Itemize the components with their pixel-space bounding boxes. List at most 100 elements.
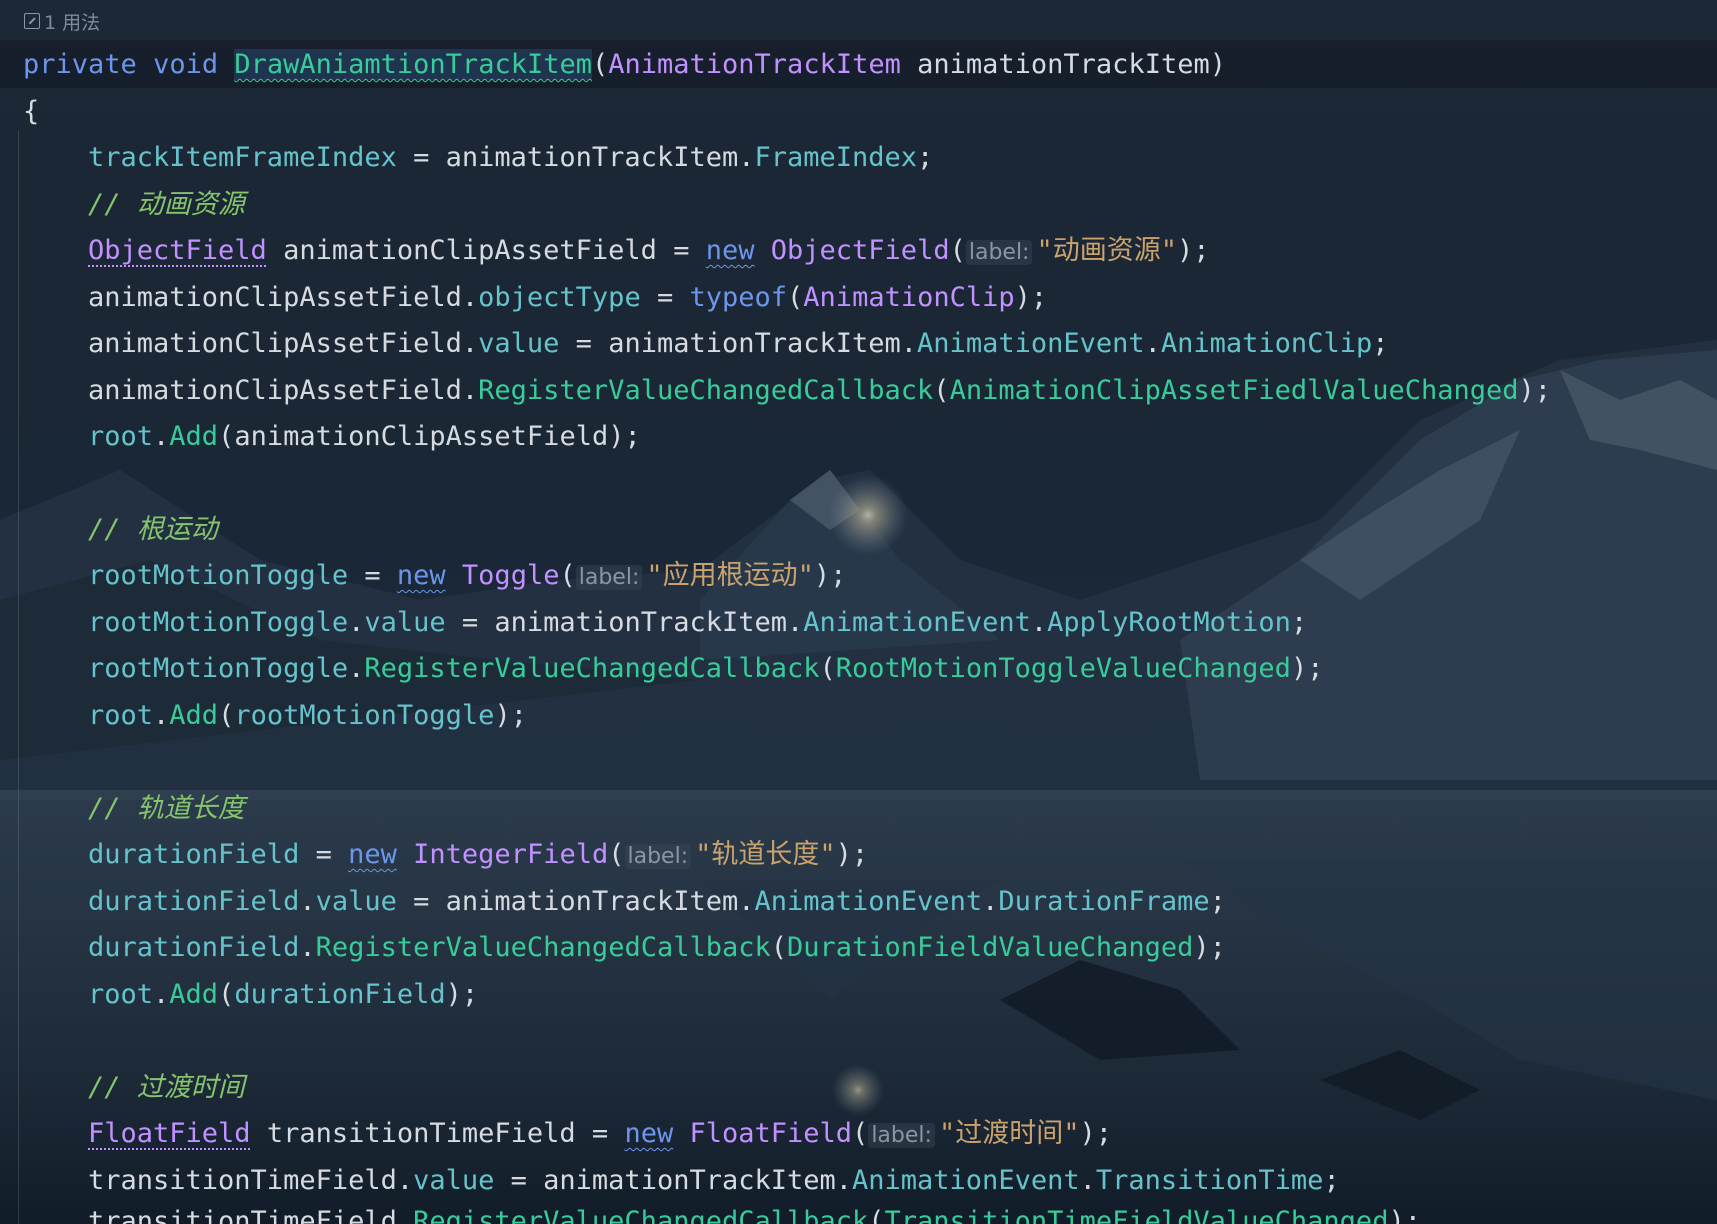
- inlay-hint: label:: [624, 844, 692, 869]
- code-text: =: [299, 839, 349, 870]
- param-name: animationTrackItem: [900, 49, 1210, 80]
- code-line-13[interactable]: durationField.RegisterValueChangedCallba…: [88, 928, 1226, 968]
- code-line-14[interactable]: root.Add(durationField);: [88, 975, 478, 1015]
- code-text: .: [299, 886, 316, 917]
- code-text: ;: [1209, 886, 1226, 917]
- code-comment-2[interactable]: // 根运动: [88, 510, 218, 550]
- code-line-signature[interactable]: private void DrawAniamtionTrackItem(Anim…: [23, 45, 1226, 85]
- inlay-hint: label:: [868, 1123, 935, 1148]
- code-text: .: [348, 607, 365, 638]
- paren-open: (: [591, 49, 609, 80]
- code-line-4[interactable]: animationClipAssetField.value = animatio…: [88, 324, 1388, 364]
- usages-text: 1 用法: [44, 11, 101, 34]
- identifier: durationField: [88, 932, 300, 963]
- code-text: );: [835, 839, 869, 870]
- code-line-5[interactable]: animationClipAssetField.RegisterValueCha…: [88, 371, 1551, 411]
- identifier: rootMotionToggle: [234, 700, 495, 731]
- type-name: ObjectField: [770, 235, 950, 266]
- code-text: );: [813, 560, 847, 591]
- code-text: (: [608, 839, 625, 870]
- code-comment-3[interactable]: // 轨道长度: [88, 789, 245, 829]
- code-comment-4[interactable]: // 过渡时间: [88, 1068, 245, 1108]
- method-ref: TransitionTimeFieldValueChanged: [884, 1206, 1389, 1224]
- code-text: );: [445, 979, 479, 1010]
- string-literal: "应用根运动": [646, 560, 814, 591]
- code-text: ;: [1372, 328, 1389, 359]
- identifier: TransitionTime: [1095, 1165, 1324, 1196]
- usages-hint[interactable]: 1 用法: [24, 8, 100, 34]
- external-link-icon: [24, 13, 40, 29]
- code-line-1[interactable]: trackItemFrameIndex = animationTrackItem…: [88, 138, 933, 178]
- code-text: = animationTrackItem.: [559, 328, 918, 359]
- identifier: durationField: [88, 886, 300, 917]
- param-type[interactable]: AnimationTrackItem: [608, 49, 901, 80]
- inlay-hint: label:: [965, 240, 1033, 265]
- identifier: rootMotionToggle: [88, 653, 349, 684]
- code-line-6[interactable]: root.Add(animationClipAssetField);: [88, 417, 641, 457]
- code-line-16[interactable]: transitionTimeField.value = animationTra…: [88, 1161, 1340, 1201]
- code-line-8[interactable]: rootMotionToggle.value = animationTrackI…: [88, 603, 1307, 643]
- identifier: value: [413, 1165, 495, 1196]
- type-name: Toggle: [461, 560, 560, 591]
- identifier: AnimationClip: [1160, 328, 1373, 359]
- string-literal: "轨道长度": [695, 839, 836, 870]
- code-line-11[interactable]: durationField = new IntegerField(label: "…: [88, 835, 868, 875]
- code-line-15[interactable]: FloatField transitionTimeField = new Flo…: [88, 1114, 1112, 1154]
- code-comment-1[interactable]: // 动画资源: [88, 185, 245, 225]
- code-line-9[interactable]: rootMotionToggle.RegisterValueChangedCal…: [88, 649, 1323, 689]
- type-name: AnimationClip: [803, 282, 1015, 313]
- keyword-new: new: [705, 235, 755, 266]
- code-editor[interactable]: 1 用法 private void DrawAniamtionTrackItem…: [0, 0, 1717, 1224]
- identifier: AnimationEvent: [917, 328, 1145, 359]
- method-ref: AnimationClipAssetFiedlValueChanged: [949, 375, 1519, 406]
- code-line-3[interactable]: animationClipAssetField.objectType = typ…: [88, 278, 1047, 318]
- identifier: root: [88, 979, 154, 1010]
- code-text: animationClipAssetField =: [266, 235, 706, 266]
- code-text: = animationTrackItem.: [494, 1165, 853, 1196]
- code-text: =: [640, 282, 690, 313]
- code-text: );: [1518, 375, 1552, 406]
- method-name[interactable]: DrawAniamtionTrackItem: [234, 49, 592, 80]
- method-call: RegisterValueChangedCallback: [478, 375, 934, 406]
- code-text: .: [1030, 607, 1048, 638]
- identifier: ApplyRootMotion: [1047, 607, 1291, 638]
- code-text: =: [348, 560, 397, 591]
- identifier: trackItemFrameIndex: [88, 142, 397, 173]
- type-name: FloatField: [88, 1118, 251, 1149]
- code-text: animationClipAssetField.: [88, 328, 479, 359]
- code-text: .: [299, 932, 316, 963]
- code-line-12[interactable]: durationField.value = animationTrackItem…: [88, 882, 1226, 922]
- identifier: value: [478, 328, 560, 359]
- string-literal: "动画资源": [1036, 235, 1177, 266]
- code-line-17[interactable]: transitionTimeField.RegisterValueChanged…: [88, 1202, 1421, 1224]
- code-text: (: [933, 375, 950, 406]
- code-line-2[interactable]: ObjectField animationClipAssetField = ne…: [88, 231, 1210, 271]
- keyword-new: new: [624, 1118, 674, 1149]
- code-line-brace-open[interactable]: {: [23, 92, 39, 132]
- code-text: );: [1079, 1118, 1112, 1149]
- code-text: .: [1144, 328, 1161, 359]
- code-text: .: [153, 421, 170, 452]
- identifier: rootMotionToggle: [88, 607, 349, 638]
- code-text: );: [1290, 653, 1324, 684]
- method-call: Add: [169, 979, 219, 1010]
- code-text: (: [949, 235, 966, 266]
- brace-open: {: [23, 96, 40, 127]
- identifier: value: [364, 607, 446, 638]
- code-line-7[interactable]: rootMotionToggle = new Toggle(label: "应用根…: [88, 556, 846, 596]
- identifier: root: [88, 421, 154, 452]
- code-text: transitionTimeField.: [88, 1165, 414, 1196]
- code-area[interactable]: 1 用法 private void DrawAniamtionTrackItem…: [0, 0, 1717, 1224]
- code-text: .: [982, 886, 999, 917]
- method-call: RegisterValueChangedCallback: [315, 932, 771, 963]
- code-text: transitionTimeField =: [250, 1118, 625, 1149]
- code-text: ;: [1323, 1165, 1340, 1196]
- keyword-private: private: [23, 49, 137, 80]
- keyword-new: new: [396, 560, 446, 591]
- code-text: animationClipAssetField.: [88, 375, 479, 406]
- identifier: durationField: [234, 979, 446, 1010]
- code-line-10[interactable]: root.Add(rootMotionToggle);: [88, 696, 527, 736]
- comment: // 动画资源: [88, 189, 245, 220]
- type-name: FloatField: [689, 1118, 853, 1149]
